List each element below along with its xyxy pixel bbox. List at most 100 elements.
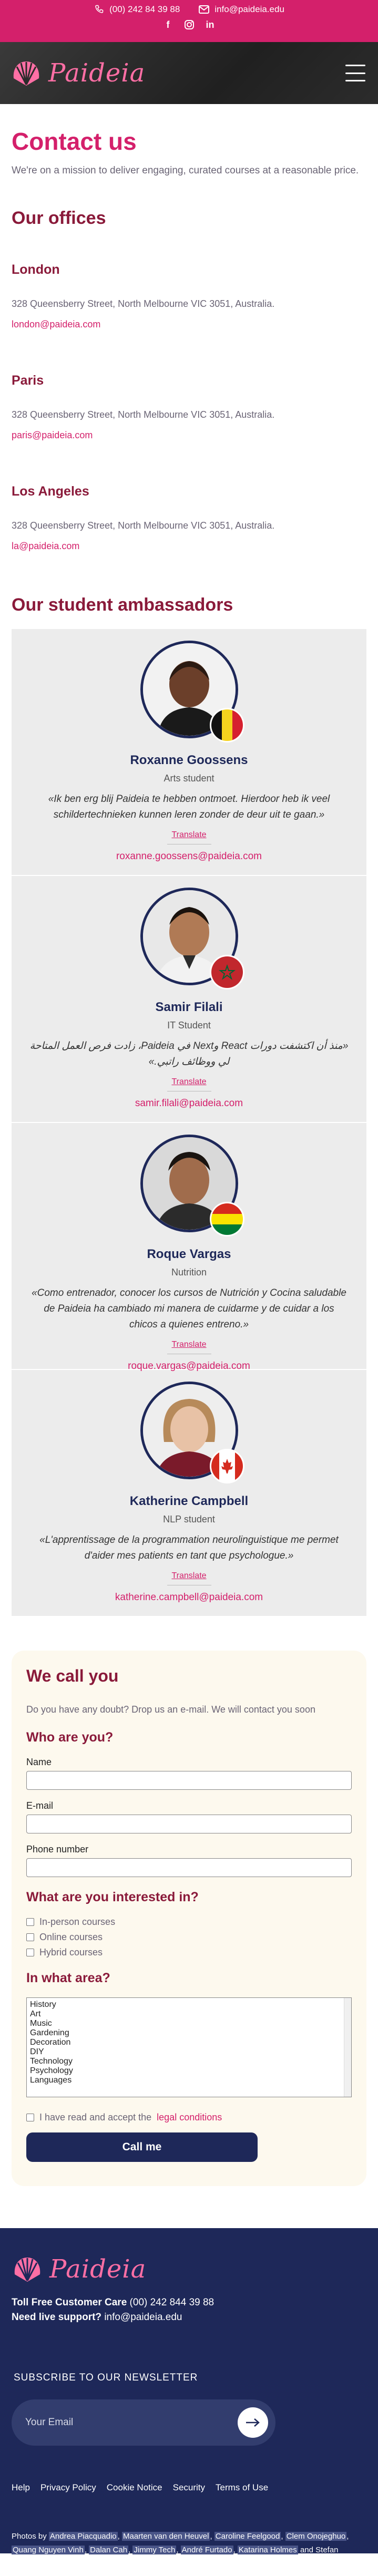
- credit-link[interactable]: Quang Nguyen Vinh: [12, 2546, 85, 2554]
- form-intro: Do you have any doubt? Drop us an e-mail…: [26, 1704, 315, 1715]
- footer-link-privacy[interactable]: Privacy Policy: [40, 2482, 96, 2493]
- phone-input[interactable]: [26, 1858, 352, 1877]
- ambassador-email-link[interactable]: katherine.campbell@paideia.com: [12, 1592, 366, 1603]
- office-address: 328 Queensberry Street, North Melbourne …: [12, 409, 275, 420]
- phone-icon: [94, 4, 104, 15]
- name-label: Name: [26, 1757, 52, 1767]
- translate-link[interactable]: Translate: [12, 830, 366, 840]
- checkbox[interactable]: [26, 2114, 34, 2121]
- ambassador-email-link[interactable]: samir.filali@paideia.com: [12, 1098, 366, 1109]
- area-option[interactable]: Technology: [30, 2057, 348, 2066]
- flag-canada-icon: [209, 1449, 244, 1483]
- footer-logo[interactable]: Paideia: [12, 2253, 366, 2285]
- ambassador-name: Roque Vargas: [147, 1247, 231, 1261]
- logo[interactable]: Paideia: [11, 57, 145, 89]
- ambassador-card: Katherine Campbell NLP student «L'appren…: [12, 1370, 366, 1617]
- shell-logo-icon: [13, 61, 39, 86]
- support-email[interactable]: info@paideia.edu: [104, 2312, 182, 2323]
- ambassador-name: Katherine Campbell: [129, 1494, 249, 1508]
- subscribe-button[interactable]: [238, 2407, 268, 2438]
- shell-logo-icon: [14, 2258, 40, 2282]
- checkbox[interactable]: [26, 1918, 34, 1926]
- care-phone[interactable]: (00) 242 844 39 88: [130, 2297, 214, 2308]
- interest-option-hybrid[interactable]: Hybrid courses: [26, 1947, 352, 1958]
- contact-form: We call you Do you have any doubt? Drop …: [12, 1651, 366, 2186]
- credit-link[interactable]: Maarten van den Heuvel: [122, 2532, 210, 2541]
- newsletter-email-input[interactable]: Your Email: [25, 2417, 73, 2428]
- ambassador-quote: «منذ أن اكتشفت دورات React وNext في Paid…: [29, 1040, 349, 1067]
- ambassador-role: NLP student: [163, 1514, 215, 1524]
- translate-link[interactable]: Translate: [12, 1077, 366, 1087]
- area-option[interactable]: Gardening: [30, 2028, 348, 2038]
- ambassador-quote: «Como entrenador, conocer los cursos de …: [32, 1287, 346, 1330]
- site-footer: Paideia Toll Free Customer Care (00) 242…: [0, 2228, 378, 2568]
- call-me-button[interactable]: Call me: [26, 2132, 258, 2162]
- ambassador-email-link[interactable]: roxanne.goossens@paideia.com: [12, 851, 366, 862]
- footer-links: Help Privacy Policy Cookie Notice Securi…: [12, 2482, 366, 2493]
- email-address: info@paideia.edu: [214, 4, 284, 14]
- mail-icon: [199, 4, 210, 15]
- office-email-link[interactable]: la@paideia.com: [12, 541, 366, 552]
- newsletter-form: Your Email: [12, 2399, 275, 2446]
- flag-belgium-icon: [209, 708, 244, 743]
- email-link[interactable]: info@paideia.edu: [199, 4, 284, 15]
- page-title: Contact us: [12, 128, 137, 155]
- interest-option-in-person[interactable]: In-person courses: [26, 1916, 352, 1928]
- area-option[interactable]: Languages: [30, 2076, 348, 2085]
- office-paris: Paris 328 Queensberry Street, North Melb…: [12, 373, 366, 441]
- offices-heading: Our offices: [12, 208, 106, 228]
- top-bar: (00) 242 84 39 88 info@paideia.edu f in: [0, 0, 378, 42]
- flag-morocco-icon: [209, 955, 244, 990]
- scrollbar[interactable]: [344, 1998, 351, 2097]
- checkbox[interactable]: [26, 1949, 34, 1956]
- area-option[interactable]: Music: [30, 2019, 348, 2028]
- form-title: We call you: [26, 1666, 119, 1685]
- translate-link[interactable]: Translate: [12, 1340, 366, 1349]
- ambassador-name: Samir Filali: [155, 1000, 223, 1014]
- ambassador-role: Nutrition: [171, 1267, 207, 1277]
- footer-link-help[interactable]: Help: [12, 2482, 30, 2493]
- interest-heading: What are you interested in?: [26, 1890, 199, 1904]
- area-option[interactable]: History: [30, 2000, 348, 2010]
- ambassador-quote: «L'apprentissage de la programmation neu…: [39, 1534, 339, 1561]
- office-email-link[interactable]: paris@paideia.com: [12, 430, 366, 441]
- office-email-link[interactable]: london@paideia.com: [12, 319, 366, 330]
- area-option[interactable]: Psychology: [30, 2066, 348, 2076]
- office-address: 328 Queensberry Street, North Melbourne …: [12, 298, 275, 309]
- office-city: Paris: [12, 373, 44, 388]
- credit-link[interactable]: Katarina Holmes: [237, 2546, 298, 2554]
- legal-consent[interactable]: I have read and accept the legal conditi…: [26, 2112, 352, 2123]
- area-option[interactable]: Art: [30, 2010, 348, 2019]
- ambassador-name: Roxanne Goossens: [130, 753, 248, 767]
- checkbox[interactable]: [26, 1933, 34, 1941]
- credit-link[interactable]: Andrea Piacquadio: [48, 2532, 118, 2541]
- linkedin-icon[interactable]: in: [205, 19, 216, 30]
- flag-bolivia-icon: [209, 1202, 244, 1237]
- menu-button[interactable]: [345, 65, 365, 81]
- phone-link[interactable]: (00) 242 84 39 88: [94, 4, 180, 15]
- site-header: Paideia: [0, 42, 378, 104]
- footer-link-cookie[interactable]: Cookie Notice: [107, 2482, 162, 2493]
- translate-link[interactable]: Translate: [12, 1571, 366, 1581]
- credit-link[interactable]: Dalan Cah: [89, 2546, 129, 2554]
- email-label: E-mail: [26, 1800, 54, 1811]
- footer-link-terms[interactable]: Terms of Use: [216, 2482, 268, 2493]
- email-input[interactable]: [26, 1815, 352, 1833]
- name-input[interactable]: [26, 1771, 352, 1790]
- area-option[interactable]: Decoration: [30, 2038, 348, 2047]
- credit-link[interactable]: André Furtado: [180, 2546, 233, 2554]
- footer-link-security[interactable]: Security: [173, 2482, 205, 2493]
- ambassador-role: IT Student: [167, 1020, 211, 1031]
- logo-text: Paideia: [48, 58, 146, 88]
- area-listbox[interactable]: History Art Music Gardening Decoration D…: [26, 1997, 352, 2097]
- credit-link[interactable]: Jimmy Tech: [132, 2546, 177, 2554]
- facebook-icon[interactable]: f: [162, 19, 174, 30]
- interest-option-online[interactable]: Online courses: [26, 1932, 352, 1943]
- credit-link[interactable]: Clem Onojeghuo: [285, 2532, 347, 2541]
- legal-conditions-link[interactable]: legal conditions: [157, 2112, 222, 2123]
- office-london: London 328 Queensberry Street, North Mel…: [12, 262, 366, 330]
- credit-link[interactable]: Caroline Feelgood: [214, 2532, 281, 2541]
- area-option[interactable]: DIY: [30, 2047, 348, 2057]
- ambassadors-heading: Our student ambassadors: [12, 595, 233, 615]
- instagram-icon[interactable]: [183, 19, 195, 30]
